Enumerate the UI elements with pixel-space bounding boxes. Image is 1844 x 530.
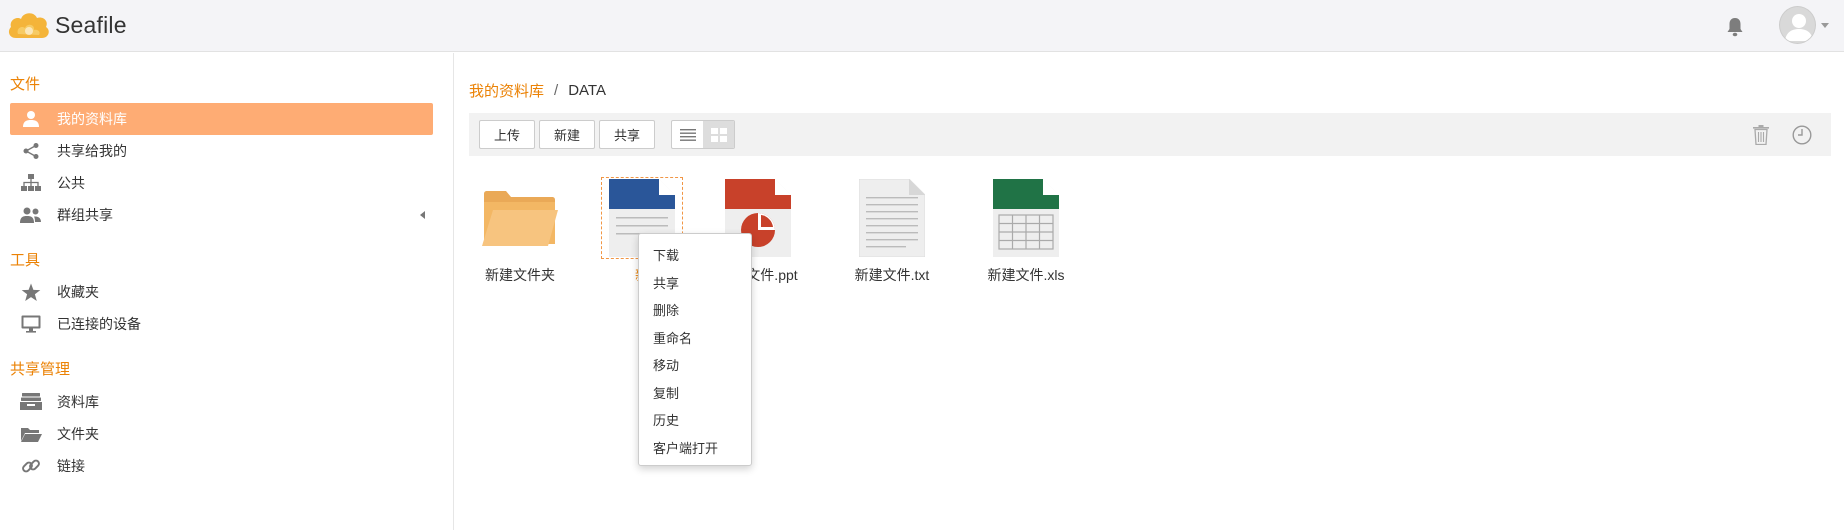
folder-icon (479, 177, 561, 259)
menu-item-download[interactable]: 下载 (639, 242, 751, 270)
view-mode-toggle (671, 120, 735, 149)
file-name[interactable]: 新建文件.txt (817, 265, 967, 285)
user-menu[interactable] (1779, 5, 1829, 45)
grid-item-xls[interactable]: 新建文件.xls (971, 173, 1081, 293)
chevron-down-icon (1821, 22, 1829, 28)
sidebar-item-my-libraries[interactable]: 我的资料库 (10, 103, 433, 135)
user-avatar-icon (1779, 6, 1816, 44)
grid-item-folder[interactable]: 新建文件夹 (465, 173, 575, 293)
monitor-icon (19, 312, 43, 336)
seafile-logo[interactable]: Seafile (6, 8, 127, 42)
cloud-logo-icon (8, 13, 49, 38)
sidebar-item-label: 我的资料库 (57, 111, 127, 127)
menu-item-history[interactable]: 历史 (639, 407, 751, 435)
sidebar-item-label: 文件夹 (57, 426, 99, 442)
menu-item-move[interactable]: 移动 (639, 352, 751, 380)
txt-file-icon (851, 177, 933, 259)
star-icon (19, 280, 43, 304)
new-button[interactable]: 新建 (539, 120, 595, 149)
sidebar-item-label: 链接 (57, 458, 85, 474)
grid-view-icon[interactable] (703, 121, 734, 148)
sidebar-heading-tools: 工具 (10, 252, 41, 269)
menu-item-rename[interactable]: 重命名 (639, 325, 751, 353)
sidebar-item-group-shares[interactable]: 群组共享 (10, 199, 433, 231)
user-icon (19, 107, 43, 131)
sidebar-item-public[interactable]: 公共 (10, 167, 433, 199)
sidebar-item-label: 共享给我的 (57, 143, 127, 159)
file-name[interactable]: 新建文件.xls (951, 265, 1101, 285)
sidebar-item-shared-with-me[interactable]: 共享给我的 (10, 135, 433, 167)
breadcrumb-root-link[interactable]: 我的资料库 (469, 80, 544, 101)
toolbar: 上传 新建 共享 (469, 113, 1831, 156)
menu-item-open-via-client[interactable]: 客户端打开 (639, 435, 751, 463)
sidebar-item-share-links[interactable]: 链接 (10, 450, 433, 482)
menu-item-copy[interactable]: 复制 (639, 380, 751, 408)
link-icon (19, 454, 43, 478)
top-header: Seafile (0, 0, 1844, 52)
app-name: Seafile (55, 11, 127, 38)
sidebar-heading-files: 文件 (10, 76, 41, 93)
sitemap-icon (19, 171, 43, 195)
sidebar-item-label: 已连接的设备 (57, 316, 141, 332)
sidebar-item-share-libraries[interactable]: 资料库 (10, 386, 433, 418)
share-button[interactable]: 共享 (599, 120, 655, 149)
trash-icon[interactable] (1750, 124, 1772, 146)
list-view-icon[interactable] (672, 121, 703, 148)
menu-item-delete[interactable]: 删除 (639, 297, 751, 325)
sidebar: 文件 我的资料库 共享给我的 公共 群组共享 工具 收藏夹 已连接的设备 共享管… (0, 53, 454, 530)
sidebar-item-label: 公共 (57, 175, 85, 191)
group-icon (19, 203, 43, 227)
sidebar-item-label: 收藏夹 (57, 284, 99, 300)
sidebar-item-label: 资料库 (57, 394, 99, 410)
sidebar-item-favorites[interactable]: 收藏夹 (10, 276, 433, 308)
sidebar-heading-share-admin: 共享管理 (10, 361, 71, 378)
library-icon (19, 390, 43, 414)
folder-icon (19, 422, 43, 446)
sidebar-item-linked-devices[interactable]: 已连接的设备 (10, 308, 433, 340)
xls-file-icon (985, 177, 1067, 259)
breadcrumb: 我的资料库 / DATA (469, 80, 606, 101)
file-context-menu: 下载 共享 删除 重命名 移动 复制 历史 客户端打开 (638, 233, 752, 466)
upload-button[interactable]: 上传 (479, 120, 535, 149)
bell-icon[interactable] (1726, 17, 1744, 37)
breadcrumb-current: DATA (568, 82, 606, 99)
clock-icon[interactable] (1791, 124, 1813, 146)
grid-item-txt[interactable]: 新建文件.txt (837, 173, 947, 293)
share-icon (19, 139, 43, 163)
sidebar-item-share-folders[interactable]: 文件夹 (10, 418, 433, 450)
breadcrumb-separator: / (554, 82, 559, 99)
sidebar-item-label: 群组共享 (57, 207, 113, 223)
caret-left-icon[interactable] (420, 211, 425, 219)
menu-item-share[interactable]: 共享 (639, 270, 751, 298)
